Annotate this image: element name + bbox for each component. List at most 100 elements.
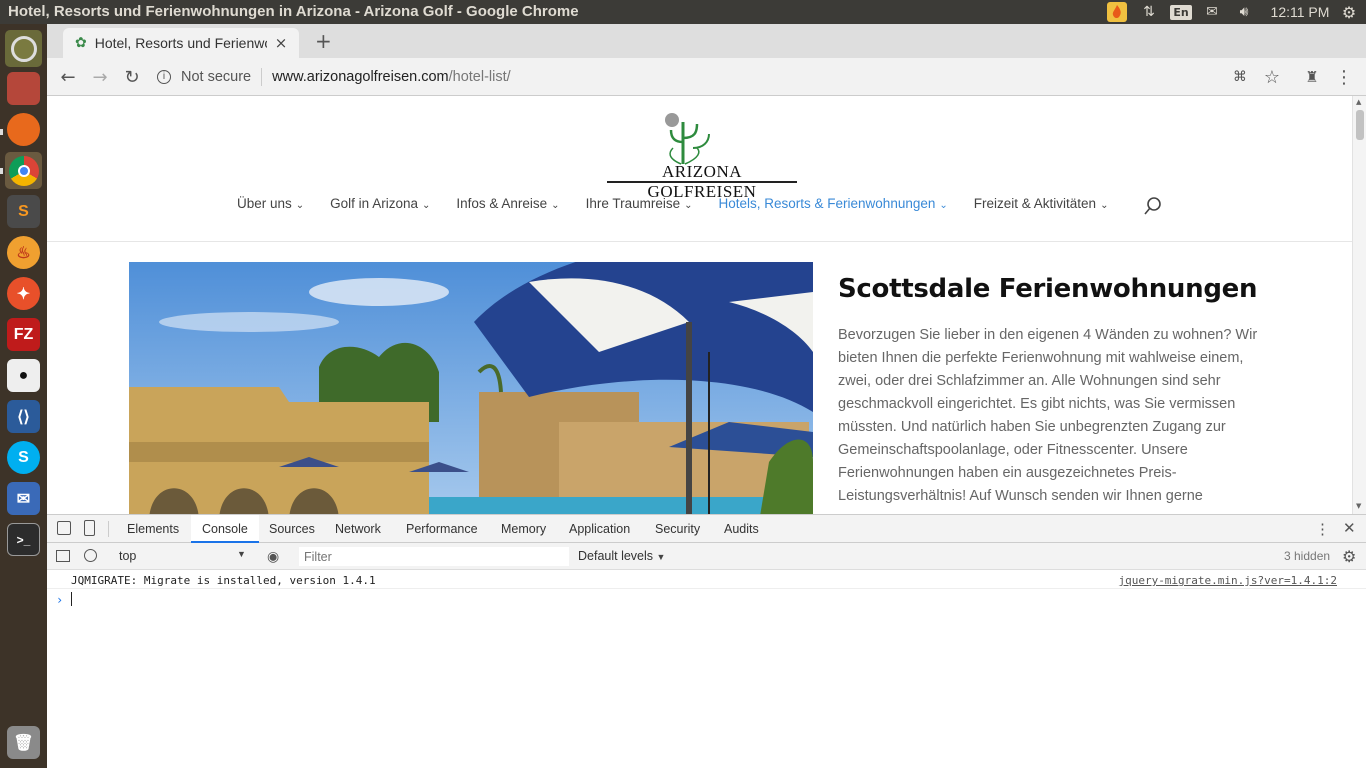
console-filter-bar: top ▼ ◉ Default levels ▼ 3 hidden ⚙ [47,543,1366,570]
article-body: Bevorzugen Sie lieber in den eigenen 4 W… [838,327,1258,504]
terminal-icon[interactable]: >_ [5,521,42,558]
browser-tab-strip: ✿ Hotel, Resorts und Ferienwohnungen in … [47,24,1366,58]
scroll-down-arrow-icon[interactable]: ▼ [1356,502,1361,510]
devtools-tab-application[interactable]: Application [558,515,641,543]
keyboard-layout-indicator[interactable]: En [1170,0,1192,24]
info-icon[interactable]: i [157,70,171,84]
forward-button[interactable]: → [87,64,113,90]
volume-icon[interactable]: 🔊︎ [1233,0,1255,24]
browser-toolbar: ← → ↻ i Not secure www.arizonagolfreisen… [47,58,1366,96]
site-logo[interactable]: ARIZONA GOLFREISEN [607,108,797,201]
chevron-down-icon: ⌄ [295,200,305,211]
files-icon[interactable] [5,70,42,107]
security-indicator[interactable]: Not secure [181,69,251,85]
devtools-panel: Elements Console Sources Network Perform… [47,514,1366,768]
mail-icon[interactable]: ✉ [1201,0,1223,24]
translate-icon[interactable]: ⌘ [1227,64,1253,90]
devtools-tab-performance[interactable]: Performance [395,515,489,543]
firefox-icon[interactable] [5,111,42,148]
web-page: ARIZONA GOLFREISEN Über uns ⌄ Golf in Ari… [47,96,1352,514]
log-levels-dropdown[interactable]: Default levels ▼ [578,549,665,563]
nav-item-freizeit-aktivitaeten[interactable]: Freizeit & Aktivitäten ⌄ [974,196,1109,216]
devtools-menu-icon[interactable]: ⋮ [1315,520,1330,538]
skype-icon[interactable]: S [5,439,42,476]
app-flame-icon[interactable]: ♨ [5,234,42,271]
tray-app-icon[interactable] [1105,0,1129,24]
chevron-down-icon: ⌄ [1100,200,1109,211]
devtools-tab-sources[interactable]: Sources [258,515,326,543]
nav-item-ihre-traumreise[interactable]: Ihre Traumreise ⌄ [586,196,693,216]
divider [261,68,263,86]
bookmark-star-icon[interactable]: ☆ [1259,64,1285,90]
live-expression-eye-icon[interactable]: ◉ [267,548,279,565]
new-tab-button[interactable]: + [315,29,332,53]
tab-close-icon[interactable]: × [275,34,288,52]
devtools-tab-memory[interactable]: Memory [490,515,557,543]
context-selector[interactable]: top ▼ [119,549,249,563]
launcher-running-indicator [0,168,3,174]
reload-button[interactable]: ↻ [119,64,145,90]
extension-icon[interactable]: ♜ [1299,64,1325,90]
console-input-caret[interactable] [71,592,72,606]
chevron-down-icon: ⌄ [421,200,431,211]
nav-item-hotels-resorts[interactable]: Hotels, Resorts & Ferienwohnungen ⌄ [719,196,948,216]
browser-compass-icon[interactable]: ✦ [5,275,42,312]
devtools-tab-elements[interactable]: Elements [116,515,190,543]
launcher: S ♨ ✦ FZ ● ⟨⟩ S ✉ >_ 🗑︎ [0,24,47,768]
nav-item-golf-in-arizona[interactable]: Golf in Arizona ⌄ [330,196,430,216]
tab-title: Hotel, Resorts und Ferienwohnungen in Ar… [94,35,267,51]
console-prompt-icon: › [56,593,64,607]
console-message-source-link[interactable]: jquery-migrate.min.js?ver=1.4.1:2 [1118,574,1337,587]
nav-item-infos-anreise[interactable]: Infos & Anreise ⌄ [456,196,559,216]
filezilla-icon[interactable]: FZ [5,316,42,353]
address-bar[interactable]: i Not secure www.arizonagolfreisen.com/h… [157,62,1257,92]
ubuntu-dash-icon[interactable] [5,30,42,67]
devtools-close-icon[interactable]: ✕ [1343,519,1356,537]
devtools-tab-security[interactable]: Security [644,515,711,543]
sublime-text-icon[interactable]: S [5,193,42,230]
trash-icon[interactable]: 🗑︎ [5,724,42,761]
page-scrollbar[interactable]: ▲ ▼ [1352,96,1366,514]
console-message-text: JQMIGRATE: Migrate is installed, version… [71,574,376,587]
app-tux-icon[interactable]: ● [5,357,42,394]
chrome-icon[interactable] [5,152,42,189]
resort-pool-photo [129,262,813,514]
system-settings-icon[interactable]: ⚙ [1338,0,1360,24]
window-title: Hotel, Resorts und Ferienwohnungen in Ar… [8,3,579,20]
clock[interactable]: 12:11 PM [1266,0,1334,24]
dropdown-arrow-icon: ▼ [656,552,666,562]
chevron-down-icon: ⌄ [551,200,560,211]
url-path: /hotel-list/ [448,69,511,85]
devtools-tab-network[interactable]: Network [324,515,392,543]
back-button[interactable]: ← [55,64,81,90]
article: Scottsdale Ferienwohnungen Bevorzugen Si… [838,274,1268,508]
hero-image[interactable] [129,262,813,514]
device-toolbar-icon[interactable] [84,520,95,536]
network-transfer-icon[interactable]: ⇅ [1138,0,1160,24]
main-navigation: Über uns ⌄ Golf in Arizona ⌄ Infos & Anrei… [237,196,1134,216]
devtools-tab-console[interactable]: Console [191,515,259,543]
launcher-running-indicator [0,129,3,135]
chrome-menu-icon[interactable]: ⋮ [1331,64,1357,90]
hidden-messages-count: 3 hidden [1284,549,1331,563]
dropdown-arrow-icon: ▼ [237,549,246,559]
scroll-up-arrow-icon[interactable]: ▲ [1356,98,1361,106]
logo-underline [607,181,797,183]
console-filter-input[interactable] [299,547,569,566]
scroll-thumb[interactable] [1356,110,1364,140]
vscode-icon[interactable]: ⟨⟩ [5,398,42,435]
inspect-element-icon[interactable] [57,521,71,535]
chevron-down-icon: ⌄ [939,200,948,211]
devtools-tab-bar: Elements Console Sources Network Perform… [47,515,1366,543]
console-settings-gear-icon[interactable]: ⚙ [1342,547,1356,567]
sidebar-toggle-icon[interactable] [56,550,70,562]
search-icon[interactable] [1143,196,1163,221]
system-top-bar: Hotel, Resorts und Ferienwohnungen in Ar… [0,0,1366,24]
mail-client-icon[interactable]: ✉ [5,480,42,517]
site-favicon-icon: ✿ [75,35,87,51]
clear-console-icon[interactable] [84,549,97,562]
nav-item-ueber-uns[interactable]: Über uns ⌄ [237,196,304,216]
article-title: Scottsdale Ferienwohnungen [838,274,1258,304]
devtools-tab-audits[interactable]: Audits [713,515,770,543]
browser-tab[interactable]: ✿ Hotel, Resorts und Ferienwohnungen in … [63,28,299,58]
